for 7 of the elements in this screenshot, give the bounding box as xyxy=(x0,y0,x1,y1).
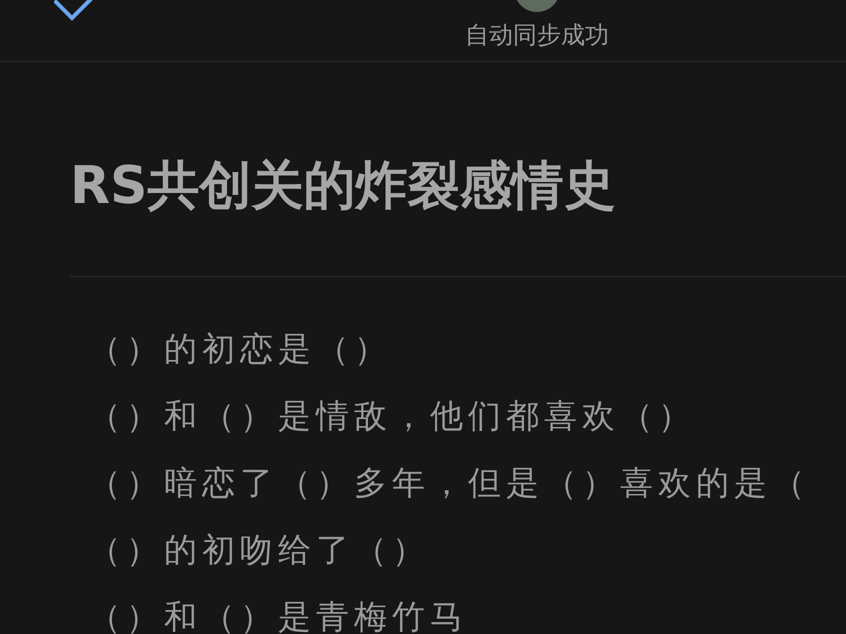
text-line: （）和（）是情敌，他们都喜欢（） xyxy=(88,395,697,437)
text-line: （）和（）是青梅竹马 xyxy=(88,596,469,634)
document-title: RS共创关的炸裂感情史 xyxy=(70,155,616,218)
sync-status: 自动同步成功 xyxy=(465,20,609,50)
text-line: （）的初吻给了（） xyxy=(88,529,431,571)
text-line: （）暗恋了（）多年，但是（）喜欢的是（ xyxy=(88,462,811,504)
text-line: （）的初恋是（） xyxy=(88,328,393,370)
